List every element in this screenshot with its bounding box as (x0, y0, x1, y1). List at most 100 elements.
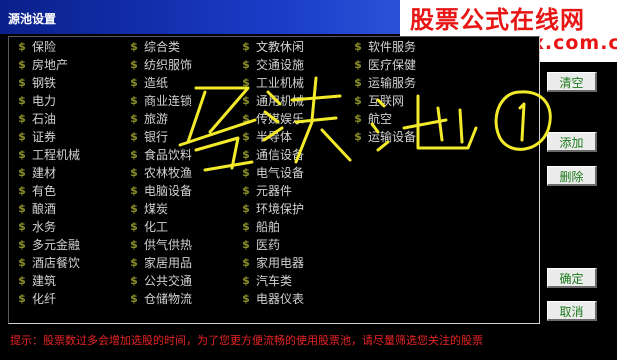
list-item-label: 仓储物流 (144, 292, 193, 306)
list-item[interactable]: $ 互联网 (351, 92, 404, 110)
list-item[interactable]: $ 化纤 (15, 290, 56, 308)
list-item[interactable]: $ 航空 (351, 110, 392, 128)
list-item[interactable]: $ 保险 (15, 38, 56, 56)
list-item[interactable]: $ 运输服务 (351, 74, 416, 92)
stock-sector-icon: $ (130, 76, 138, 89)
list-item[interactable]: $ 酒店餐饮 (15, 254, 80, 272)
list-item[interactable]: $ 水务 (15, 218, 56, 236)
delete-button[interactable]: 删除 (547, 166, 597, 186)
list-item[interactable]: $ 运输设备 (351, 128, 416, 146)
list-item[interactable]: $ 电气设备 (239, 164, 304, 182)
list-item-label: 纺织服饰 (144, 58, 193, 72)
list-item[interactable]: $ 酿酒 (15, 200, 56, 218)
list-item[interactable]: $ 建筑 (15, 272, 56, 290)
list-item[interactable]: $ 传媒娱乐 (239, 110, 304, 128)
add-button[interactable]: 添加 (547, 132, 597, 152)
stock-sector-icon: $ (18, 130, 26, 143)
list-item[interactable]: $ 医疗保健 (351, 56, 416, 74)
list-item-label: 食品饮料 (144, 148, 193, 162)
list-item[interactable]: $ 有色 (15, 182, 56, 200)
list-item-label: 半导体 (256, 130, 293, 144)
list-item[interactable]: $ 商业连锁 (127, 92, 192, 110)
list-item[interactable]: $ 证券 (15, 128, 56, 146)
list-item[interactable]: $ 元器件 (239, 182, 292, 200)
list-item[interactable]: $ 食品饮料 (127, 146, 192, 164)
list-item[interactable]: $ 家用电器 (239, 254, 304, 272)
list-item-label: 环境保护 (256, 202, 305, 216)
stock-sector-icon: $ (18, 94, 26, 107)
stock-sector-icon: $ (130, 256, 138, 269)
list-item[interactable]: $ 半导体 (239, 128, 292, 146)
list-item-label: 传媒娱乐 (256, 112, 305, 126)
stock-sector-icon: $ (354, 130, 362, 143)
list-item[interactable]: $ 文教休闲 (239, 38, 304, 56)
stock-sector-icon: $ (18, 184, 26, 197)
list-item-label: 农林牧渔 (144, 166, 193, 180)
list-item[interactable]: $ 供气供热 (127, 236, 192, 254)
list-item[interactable]: $ 综合类 (127, 38, 180, 56)
list-item-label: 运输服务 (368, 76, 417, 90)
list-item[interactable]: $ 旅游 (127, 110, 168, 128)
list-item[interactable]: $ 仓储物流 (127, 290, 192, 308)
stock-sector-icon: $ (18, 220, 26, 233)
stock-sector-icon: $ (130, 94, 138, 107)
list-item[interactable]: $ 环境保护 (239, 200, 304, 218)
stock-sector-icon: $ (18, 58, 26, 71)
list-item[interactable]: $ 家居用品 (127, 254, 192, 272)
list-item[interactable]: $ 纺织服饰 (127, 56, 192, 74)
stock-sector-icon: $ (130, 184, 138, 197)
list-item-label: 化纤 (32, 292, 57, 306)
list-item-label: 电力 (32, 94, 57, 108)
list-item[interactable]: $ 石油 (15, 110, 56, 128)
stock-pool-list[interactable]: $ 保险 $ 房地产 $ 钢铁 $ 电力 $ 石油 $ 证券 $ 工程机械 $ 建材 $ 有色 $ 酿酒 $ 水务 $ 多元金… (8, 36, 540, 324)
list-item[interactable]: $ 软件服务 (351, 38, 416, 56)
list-item-label: 旅游 (144, 112, 169, 126)
stock-sector-icon: $ (130, 148, 138, 161)
stock-sector-icon: $ (130, 112, 138, 125)
stock-sector-icon: $ (18, 274, 26, 287)
stock-sector-icon: $ (242, 148, 250, 161)
list-item[interactable]: $ 化工 (127, 218, 168, 236)
list-item-label: 公共交通 (144, 274, 193, 288)
list-item-label: 软件服务 (368, 40, 417, 54)
stock-sector-icon: $ (242, 166, 250, 179)
list-item[interactable]: $ 医药 (239, 236, 280, 254)
list-item[interactable]: $ 交通设施 (239, 56, 304, 74)
list-item[interactable]: $ 煤炭 (127, 200, 168, 218)
list-item-label: 电脑设备 (144, 184, 193, 198)
list-item-label: 通信设备 (256, 148, 305, 162)
list-item-label: 保险 (32, 40, 57, 54)
list-item[interactable]: $ 电脑设备 (127, 182, 192, 200)
clear-button[interactable]: 清空 (547, 72, 597, 92)
cancel-button[interactable]: 取消 (547, 301, 597, 321)
list-item-label: 电气设备 (256, 166, 305, 180)
stock-sector-icon: $ (242, 256, 250, 269)
list-item[interactable]: $ 公共交通 (127, 272, 192, 290)
list-item[interactable]: $ 汽车类 (239, 272, 292, 290)
list-item[interactable]: $ 工业机械 (239, 74, 304, 92)
stock-sector-icon: $ (130, 130, 138, 143)
stock-sector-icon: $ (130, 220, 138, 233)
list-item[interactable]: $ 船舶 (239, 218, 280, 236)
watermark-site-name: 股票公式在线网 (410, 6, 585, 34)
list-item[interactable]: $ 房地产 (15, 56, 68, 74)
list-item[interactable]: $ 建材 (15, 164, 56, 182)
list-item[interactable]: $ 电力 (15, 92, 56, 110)
list-item[interactable]: $ 工程机械 (15, 146, 80, 164)
list-item-label: 银行 (144, 130, 169, 144)
list-item[interactable]: $ 钢铁 (15, 74, 56, 92)
list-item-label: 供气供热 (144, 238, 193, 252)
list-item[interactable]: $ 通用机械 (239, 92, 304, 110)
stock-sector-icon: $ (130, 166, 138, 179)
list-item-label: 汽车类 (256, 274, 293, 288)
stock-sector-icon: $ (354, 76, 362, 89)
list-item[interactable]: $ 多元金融 (15, 236, 80, 254)
window-title: 源池设置 (8, 12, 57, 26)
list-item[interactable]: $ 农林牧渔 (127, 164, 192, 182)
confirm-button[interactable]: 确定 (547, 268, 597, 288)
list-item[interactable]: $ 造纸 (127, 74, 168, 92)
list-item[interactable]: $ 电器仪表 (239, 290, 304, 308)
list-item[interactable]: $ 通信设备 (239, 146, 304, 164)
list-item-label: 水务 (32, 220, 57, 234)
list-item[interactable]: $ 银行 (127, 128, 168, 146)
